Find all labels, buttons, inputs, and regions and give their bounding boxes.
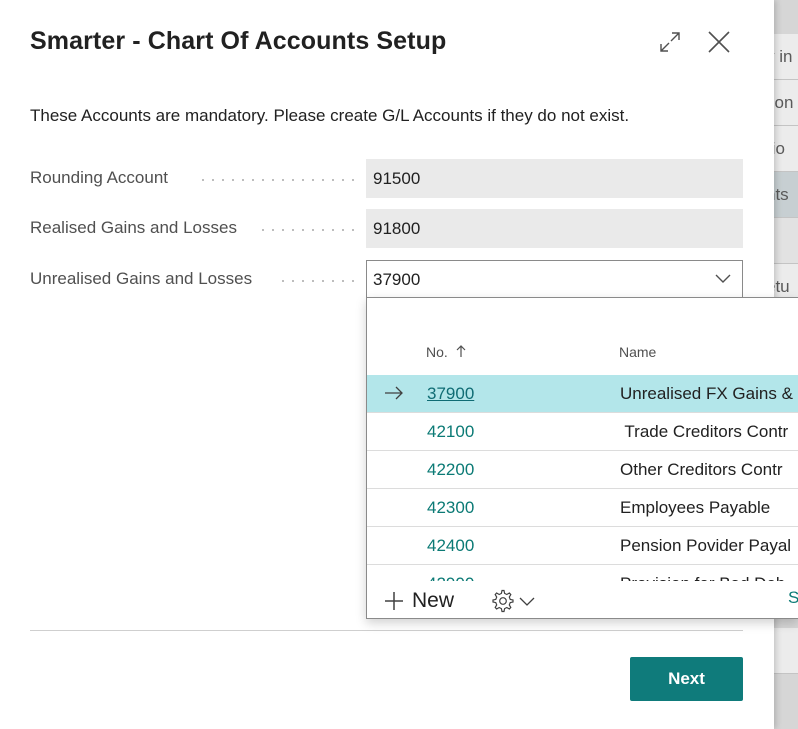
background-row: y in	[774, 34, 798, 80]
account-name: Trade Creditors Contr	[620, 422, 789, 441]
lookup-row[interactable]: 42400 Pension Povider Payal	[367, 527, 798, 565]
background-row: rio	[774, 126, 798, 172]
lookup-row[interactable]: 42100 Trade Creditors Contr	[367, 413, 798, 451]
unrealised-gains-losses-field: Unrealised Gains and Losses 37900	[30, 260, 743, 299]
unrealised-gains-losses-value: 37900	[373, 270, 421, 289]
new-button[interactable]: New	[384, 586, 454, 616]
account-name: Employees Payable	[620, 498, 771, 517]
next-button[interactable]: Next	[630, 657, 743, 701]
close-button[interactable]	[701, 24, 737, 60]
account-no-link[interactable]: 37900	[427, 375, 474, 412]
field-label: Rounding Account	[30, 168, 168, 187]
close-icon	[708, 31, 730, 53]
lookup-row[interactable]: 42200 Other Creditors Contr	[367, 451, 798, 489]
account-name: Unrealised FX Gains &	[620, 384, 793, 403]
field-label: Unrealised Gains and Losses	[30, 269, 253, 288]
background-row: tion	[774, 80, 798, 126]
plus-icon	[385, 592, 403, 610]
settings-menu-button[interactable]	[491, 586, 535, 616]
account-name: Other Creditors Contr	[620, 460, 783, 479]
background-row: nts	[774, 172, 798, 218]
column-header-name[interactable]: Name	[619, 344, 656, 360]
current-row-arrow-icon	[385, 386, 403, 400]
account-no-link[interactable]: 42400	[427, 527, 474, 564]
rounding-account-value: 91500	[366, 159, 743, 198]
account-name: Provision for Bad Deb	[620, 565, 785, 581]
instruction-text: These Accounts are mandatory. Please cre…	[30, 106, 630, 125]
lookup-row[interactable]: 37900 Unrealised FX Gains &	[367, 375, 798, 413]
footer-divider	[30, 630, 743, 631]
new-button-label: New	[412, 589, 455, 612]
lookup-row[interactable]: 42300 Employees Payable	[367, 489, 798, 527]
account-lookup-dropdown: No. Name 37900 Unrealised FX Gains & 421…	[366, 297, 798, 619]
gear-icon	[492, 589, 514, 613]
realised-gains-losses-field: Realised Gains and Losses 91800	[30, 209, 743, 248]
account-name: Pension Povider Payal	[620, 536, 792, 555]
account-no-link[interactable]: 42100	[427, 413, 474, 450]
field-leader-dots	[276, 280, 358, 282]
field-leader-dots	[200, 179, 358, 181]
lookup-footer: New S	[367, 581, 798, 618]
account-no-link[interactable]: 42300	[427, 489, 474, 526]
chevron-down-icon	[519, 597, 535, 606]
expand-icon	[660, 32, 680, 52]
column-header-no[interactable]: No.	[426, 344, 466, 360]
chevron-down-icon[interactable]	[714, 270, 732, 288]
background-row	[774, 218, 798, 264]
account-no-link[interactable]: 42900	[427, 565, 474, 581]
rounding-account-field: Rounding Account 91500	[30, 159, 743, 198]
lookup-rows: 37900 Unrealised FX Gains & 42100 Trade …	[367, 375, 798, 581]
show-all-link[interactable]: S	[788, 588, 798, 608]
background-row: s	[774, 628, 798, 674]
realised-gains-losses-value: 91800	[366, 209, 743, 248]
field-label: Realised Gains and Losses	[30, 218, 237, 237]
field-leader-dots	[254, 229, 358, 231]
dialog-title: Smarter - Chart Of Accounts Setup	[30, 27, 447, 55]
column-header-label: No.	[426, 344, 448, 360]
unrealised-gains-losses-input[interactable]: 37900	[366, 260, 743, 299]
sort-ascending-icon	[456, 345, 466, 357]
account-no-link[interactable]: 42200	[427, 451, 474, 488]
lookup-row[interactable]: 42900 Provision for Bad Deb	[367, 565, 798, 581]
expand-button[interactable]	[652, 24, 688, 60]
